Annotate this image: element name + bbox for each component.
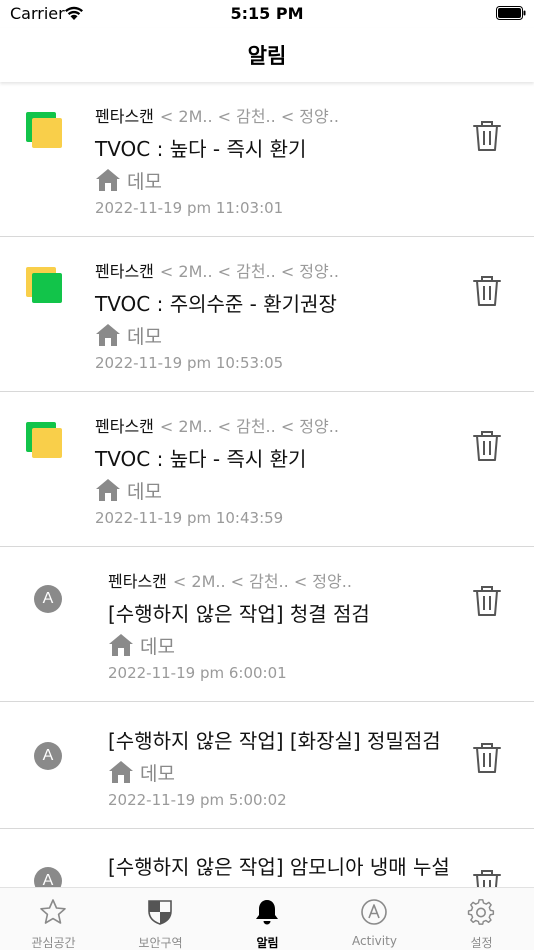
delete-button[interactable] bbox=[472, 120, 502, 152]
activity-icon bbox=[361, 899, 387, 925]
tvoc-icon-front bbox=[32, 118, 62, 148]
tvoc-icon-front bbox=[32, 428, 62, 458]
alert-row[interactable]: 펜타스캔 < 2M.. < 감천.. < 정양.. TVOC : 높다 - 즉시 … bbox=[0, 392, 534, 547]
shield-icon bbox=[148, 900, 172, 925]
alert-title: [수행하지 않은 작업] [화장실] 정밀점검 bbox=[108, 729, 441, 753]
alert-title: [수행하지 않은 작업] 암모니아 냉매 누설 bbox=[108, 855, 450, 879]
status-time: 5:15 PM bbox=[230, 4, 304, 23]
alert-place: 데모 bbox=[95, 322, 339, 348]
alert-title: [수행하지 않은 작업] 청결 점검 bbox=[108, 602, 370, 626]
delete-button[interactable] bbox=[472, 869, 502, 887]
delete-button[interactable] bbox=[472, 742, 502, 774]
tab-security-zone[interactable]: 보안구역 bbox=[107, 888, 214, 950]
delete-button[interactable] bbox=[472, 585, 502, 617]
home-icon bbox=[109, 761, 133, 783]
status-bar: Carrier 5:15 PM bbox=[0, 0, 534, 28]
alert-time: 2022-11-19 pm 11:03:01 bbox=[95, 199, 284, 217]
home-icon bbox=[109, 634, 133, 656]
breadcrumb: 펜타스캔 < 2M.. < 감천.. < 정양.. bbox=[108, 572, 352, 591]
activity-badge-icon: A bbox=[34, 742, 62, 770]
tvoc-level-icon bbox=[26, 422, 62, 458]
alert-time: 2022-11-19 pm 6:00:01 bbox=[108, 664, 287, 682]
alert-row[interactable]: 펜타스캔 < 2M.. < 감천.. < 정양.. TVOC : 주의수준 - 환… bbox=[0, 237, 534, 392]
alert-place: 데모 bbox=[95, 167, 339, 193]
tab-bar: 관심공간 보안구역 알림 Activity 설정 bbox=[0, 887, 534, 950]
tvoc-icon-front bbox=[32, 273, 62, 303]
alert-title: TVOC : 주의수준 - 환기권장 bbox=[95, 292, 337, 316]
alert-time: 2022-11-19 pm 10:43:59 bbox=[95, 509, 284, 527]
tab-settings[interactable]: 설정 bbox=[428, 888, 534, 950]
tab-favorites[interactable]: 관심공간 bbox=[0, 888, 107, 950]
breadcrumb: 펜타스캔 < 2M.. < 감천.. < 정양.. bbox=[95, 417, 339, 436]
alert-row[interactable]: A [수행하지 않은 작업] [화장실] 정밀점검 데모 2022-11-19 … bbox=[0, 702, 534, 829]
home-icon bbox=[96, 169, 120, 191]
tvoc-level-icon bbox=[26, 112, 62, 148]
alert-time: 2022-11-19 pm 5:00:02 bbox=[108, 791, 287, 809]
alert-row[interactable]: 펜타스캔 < 2M.. < 감천.. < 정양.. TVOC : 높다 - 즉시 … bbox=[0, 82, 534, 237]
gear-icon bbox=[467, 899, 495, 925]
tab-activity[interactable]: Activity bbox=[321, 888, 428, 950]
page-title: 알림 bbox=[247, 44, 287, 68]
alert-list[interactable]: 펜타스캔 < 2M.. < 감천.. < 정양.. TVOC : 높다 - 즉시 … bbox=[0, 82, 534, 887]
breadcrumb: 펜타스캔 < 2M.. < 감천.. < 정양.. bbox=[95, 107, 339, 126]
battery-icon bbox=[496, 6, 526, 20]
home-icon bbox=[96, 324, 120, 346]
delete-button[interactable] bbox=[472, 430, 502, 462]
alert-time: 2022-11-19 pm 10:53:05 bbox=[95, 354, 284, 372]
home-icon bbox=[96, 479, 120, 501]
activity-badge-icon: A bbox=[34, 867, 62, 887]
alert-row[interactable]: A 펜타스캔 < 2M.. < 감천.. < 정양.. [수행하지 않은 작업] … bbox=[0, 547, 534, 702]
activity-badge-icon: A bbox=[34, 585, 62, 613]
tab-alerts[interactable]: 알림 bbox=[214, 888, 321, 950]
delete-button[interactable] bbox=[472, 275, 502, 307]
alert-place: 데모 bbox=[108, 632, 370, 658]
alert-title: TVOC : 높다 - 즉시 환기 bbox=[95, 447, 307, 471]
navigation-bar: 알림 bbox=[0, 28, 534, 82]
tvoc-level-icon bbox=[26, 267, 62, 303]
alert-row[interactable]: A [수행하지 않은 작업] 암모니아 냉매 누설 bbox=[0, 829, 534, 887]
alert-title: TVOC : 높다 - 즉시 환기 bbox=[95, 137, 307, 161]
alert-place: 데모 bbox=[108, 759, 441, 785]
bell-icon bbox=[256, 900, 278, 925]
star-icon bbox=[40, 899, 66, 924]
breadcrumb: 펜타스캔 < 2M.. < 감천.. < 정양.. bbox=[95, 262, 339, 281]
alert-place: 데모 bbox=[95, 477, 339, 503]
